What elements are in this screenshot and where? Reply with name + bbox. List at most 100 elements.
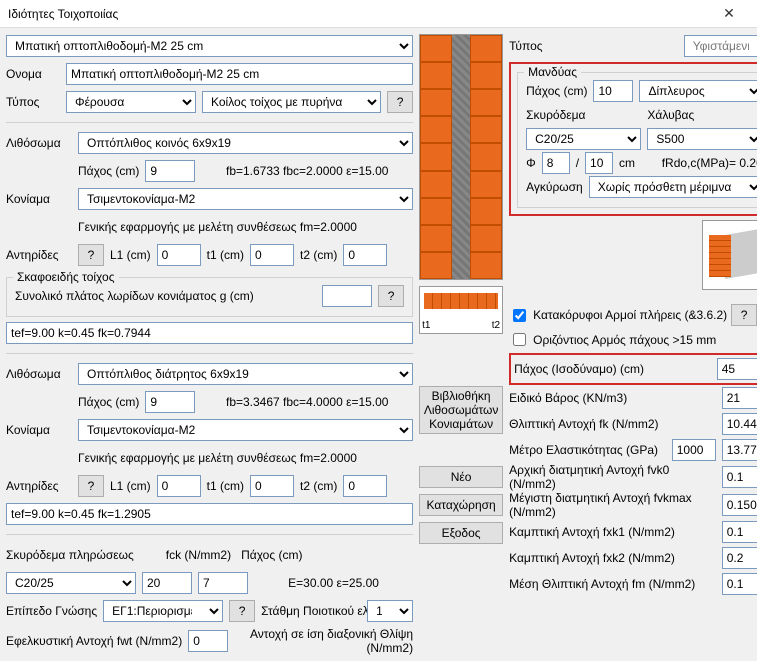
vertical-joints-checkbox[interactable] — [513, 309, 526, 322]
vertical-joints-label: Κατακόρυφοι Αρμοί πλήρεις (&3.6.2) — [533, 308, 727, 322]
jacket-side-select[interactable]: Δίπλευρος — [639, 80, 757, 102]
l1-label-2: L1 (cm) — [110, 479, 151, 493]
fm-label: Μέση Θλιπτική Αντοχή fm (N/mm2) — [509, 577, 716, 591]
fb2-text: fb=3.3467 fbc=4.0000 ε=15.00 — [201, 395, 413, 409]
l1-field[interactable] — [157, 244, 201, 266]
cm-label: cm — [619, 156, 635, 170]
e1-field[interactable] — [672, 439, 716, 461]
l1b-field[interactable] — [157, 475, 201, 497]
qc-select[interactable]: 1 — [367, 600, 413, 622]
strut-help-button-2[interactable]: ? — [78, 475, 104, 497]
section-t1-label: t1 — [422, 320, 430, 331]
phi-field[interactable] — [542, 152, 570, 174]
mortar-note: Γενικής εφαρμογής με μελέτη συνθέσεως fm… — [78, 220, 357, 234]
knowledge-help-button[interactable]: ? — [229, 600, 255, 622]
vault-g-field[interactable] — [322, 285, 372, 307]
vertical-joints-help-button[interactable]: ? — [731, 304, 757, 326]
jacket-steel-select[interactable]: S500 — [647, 128, 757, 150]
section-preview: t1 t2 — [419, 286, 503, 334]
vault-sub-label: Συνολικό πλάτος λωρίδων κονιάματος g (cm… — [15, 289, 254, 303]
type-help-button[interactable]: ? — [387, 91, 413, 113]
tef2-field — [6, 503, 413, 525]
phi-label: Φ — [526, 156, 536, 170]
jacket-thick-label: Πάχος (cm) — [526, 84, 587, 98]
new-button[interactable]: Νέο — [419, 466, 503, 488]
diag-label: Αντοχή σε ίση διαξονική Θλίψη (N/mm2) — [234, 627, 413, 655]
qc-label: Στάθμη Ποιοτικού ελέγχου — [261, 604, 361, 618]
fvk0-label: Αρχική διατμητική Αντοχή fvk0 (N/mm2) — [509, 463, 716, 491]
jacket-thick-field[interactable] — [593, 80, 633, 102]
type-label: Τύπος — [6, 95, 60, 109]
l1-label: L1 (cm) — [110, 248, 151, 262]
knowledge-select[interactable]: ΕΓ1:Περιορισμένη — [103, 600, 223, 622]
name-field[interactable] — [66, 63, 413, 85]
t1-label-2: t1 (cm) — [207, 479, 244, 493]
fill-label: Σκυρόδεμα πληρώσεως — [6, 548, 134, 562]
strut-help-button[interactable]: ? — [78, 244, 104, 266]
anchorage-select[interactable]: Χωρίς πρόσθετη μέριμνα — [589, 176, 757, 198]
fm-field[interactable] — [722, 573, 757, 595]
type2-select[interactable]: Κοίλος τοίχος με πυρήνα — [202, 91, 381, 113]
vault-help-button[interactable]: ? — [378, 285, 404, 307]
frdo-text: fRdo,c(MPa)= 0.26 — [641, 156, 757, 170]
name-label: Ονομα — [6, 67, 60, 81]
jacket-legend: Μανδύας — [524, 65, 581, 79]
t1-field[interactable] — [250, 244, 294, 266]
fwt-field[interactable] — [188, 630, 228, 652]
library-button[interactable]: Βιβλιοθήκη Λιθοσωμάτων Κονιαμάτων — [419, 386, 503, 434]
mortar1-select[interactable]: Τσιμεντοκονίαμα-M2 — [78, 188, 413, 210]
thick-label: Πάχος (cm) — [78, 164, 139, 178]
block2-select[interactable]: Οπτόπλιθος διάτρητος 6x9x19 — [78, 363, 413, 385]
thick-label-2: Πάχος (cm) — [78, 395, 139, 409]
fill-thick-label: Πάχος (cm) — [241, 548, 302, 562]
jacket-conc-label: Σκυρόδεμα — [526, 108, 641, 122]
block1-select[interactable]: Οπτόπλιθος κοινός 6x9x19 — [78, 132, 413, 154]
tef1-field — [6, 322, 413, 344]
phi-per-field[interactable] — [585, 152, 613, 174]
eq-thick-field[interactable] — [717, 358, 757, 380]
e2-field[interactable] — [722, 439, 757, 461]
mortar-note-2: Γενικής εφαρμογής με μελέτη συνθέσεως fm… — [78, 451, 357, 465]
save-button[interactable]: Καταχώρηση — [419, 494, 503, 516]
block-label-2: Λιθόσωμα — [6, 367, 72, 381]
wall-select[interactable]: Μπατική οπτοπλιθοδομή-M2 25 cm — [6, 35, 413, 57]
fill-select[interactable]: C20/25 — [6, 572, 136, 594]
horizontal-joint-checkbox[interactable] — [513, 333, 526, 346]
right-type-select[interactable]: Υφιστάμενη — [684, 35, 757, 57]
fxk1-field[interactable] — [722, 521, 757, 543]
section-t2-label: t2 — [492, 320, 500, 331]
horizontal-joint-label: Οριζόντιος Αρμός πάχους >15 mm — [533, 333, 716, 347]
weight-field[interactable] — [722, 387, 757, 409]
weight-label: Ειδικό Βάρος (KN/m3) — [509, 391, 716, 405]
fxk2-label: Καμπτική Αντοχή fxk2 (N/mm2) — [509, 551, 716, 565]
knowledge-label: Επίπεδο Γνώσης — [6, 604, 97, 618]
type-select[interactable]: Φέρουσα — [66, 91, 196, 113]
strut-label: Αντηρίδες — [6, 248, 72, 262]
t1b-field[interactable] — [250, 475, 294, 497]
exit-button[interactable]: Εξοδος — [419, 522, 503, 544]
t2-field[interactable] — [343, 244, 387, 266]
fck-field[interactable] — [142, 572, 192, 594]
fvkmax-field[interactable] — [722, 494, 757, 516]
jacket-box: Μανδύας Πάχος (cm) Δίπλευρος Σκυρόδεμα Χ… — [509, 62, 757, 216]
e-label: Μέτρο Ελαστικότητας (GPa) — [509, 443, 666, 457]
fk-label: Θλιπτική Αντοχή fk (N/mm2) — [509, 417, 716, 431]
jacket-steel-label: Χάλυβας — [647, 108, 757, 122]
t2-label: t2 (cm) — [300, 248, 337, 262]
fill-thick-field[interactable] — [198, 572, 248, 594]
mortar-label: Κονίαμα — [6, 192, 72, 206]
slab-3d-preview — [702, 220, 757, 290]
fk-field[interactable] — [722, 413, 757, 435]
t2b-field[interactable] — [343, 475, 387, 497]
mortar2-select[interactable]: Τσιμεντοκονίαμα-M2 — [78, 419, 413, 441]
thick2-field[interactable] — [145, 391, 195, 413]
fvk0-field[interactable] — [722, 466, 757, 488]
jacket-conc-select[interactable]: C20/25 — [526, 128, 641, 150]
close-icon[interactable]: ✕ — [709, 5, 749, 22]
block-label: Λιθόσωμα — [6, 136, 72, 150]
fvkmax-label: Μέγιστη διατμητική Αντοχή fvkmax (N/mm2) — [509, 491, 716, 519]
fxk2-field[interactable] — [722, 547, 757, 569]
window-title: Ιδιότητες Τοιχοποιίας — [8, 7, 709, 21]
thick1-field[interactable] — [145, 160, 195, 182]
mortar-label-2: Κονίαμα — [6, 423, 72, 437]
